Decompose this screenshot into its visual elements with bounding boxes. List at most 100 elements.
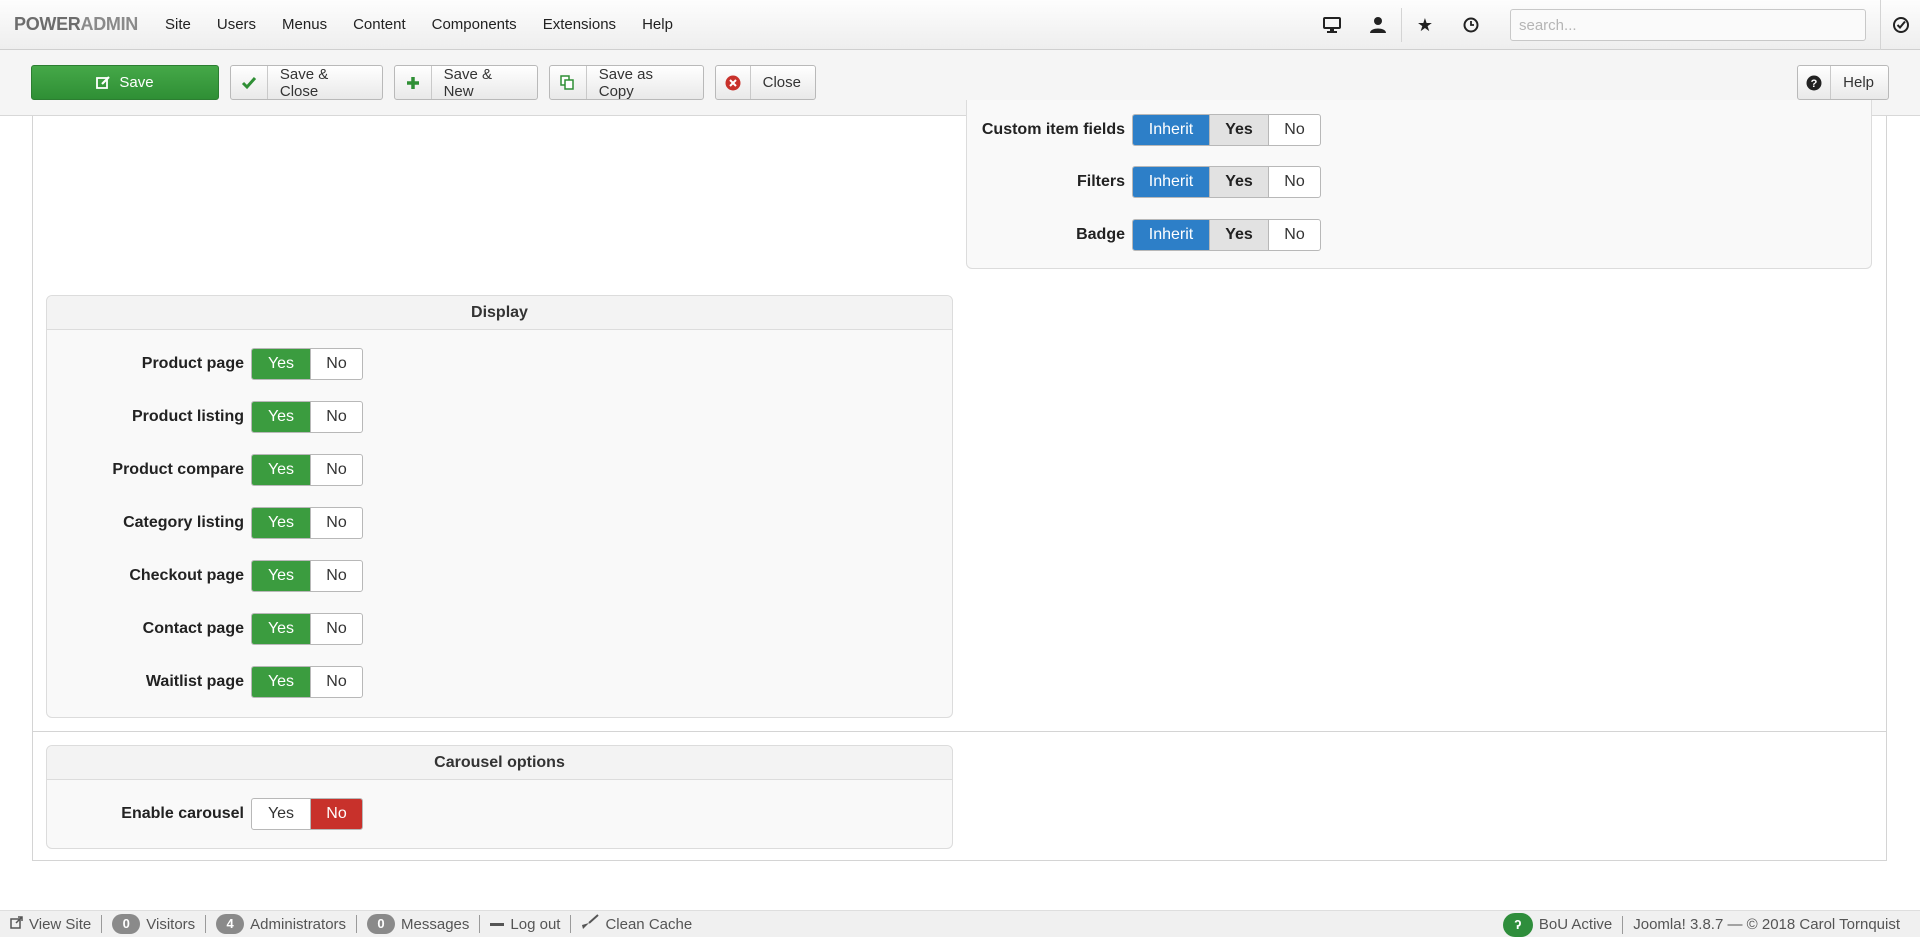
- toggle-option-no[interactable]: No: [1269, 167, 1320, 197]
- panel-title: Display: [47, 296, 952, 330]
- option-row: Custom item fields Inherit Yes No: [967, 114, 1321, 146]
- status-check-icon[interactable]: [1880, 0, 1920, 50]
- menu-components[interactable]: Components: [419, 0, 530, 50]
- option-label: Filters: [1076, 173, 1125, 190]
- option-row: Badge Inherit Yes No: [967, 219, 1321, 251]
- footer-copyright: Joomla! 3.8.7 — © 2018 Carol Tornquist: [1633, 916, 1900, 933]
- toggle-option-inherit[interactable]: Inherit: [1133, 115, 1210, 145]
- question-icon: ?: [1798, 66, 1832, 99]
- option-row: Waitlist page Yes No: [47, 666, 363, 698]
- toggle-option-no[interactable]: No: [311, 402, 362, 432]
- main-menu: Site Users Menus Content Components Exte…: [152, 0, 686, 50]
- yes-no-toggle: Yes No: [251, 507, 363, 539]
- toggle-option-yes[interactable]: Yes: [252, 799, 311, 829]
- toggle-option-yes[interactable]: Yes: [252, 402, 311, 432]
- options-panel: Custom item fields Inherit Yes No Filter…: [966, 100, 1872, 269]
- plus-icon: [395, 66, 432, 99]
- menu-content[interactable]: Content: [340, 0, 419, 50]
- yes-no-toggle: Yes No: [251, 798, 363, 830]
- help-button[interactable]: ? Help: [1797, 65, 1889, 100]
- toggle-option-no[interactable]: No: [311, 455, 362, 485]
- close-icon: [716, 66, 751, 99]
- visitors-link[interactable]: 0 Visitors: [102, 914, 205, 934]
- star-icon[interactable]: ★: [1402, 0, 1448, 50]
- logout-label: Log out: [510, 915, 561, 933]
- toggle-option-no[interactable]: No: [1269, 115, 1320, 145]
- admins-label: Administrators: [250, 915, 347, 933]
- panel-title: Carousel options: [47, 746, 952, 780]
- toggle-option-yes[interactable]: Yes: [252, 349, 311, 379]
- toggle-option-no[interactable]: No: [1269, 220, 1320, 250]
- menu-users[interactable]: Users: [204, 0, 269, 50]
- clean-cache-link[interactable]: Clean Cache: [571, 914, 702, 934]
- close-label: Close: [762, 74, 801, 91]
- toggle-option-yes[interactable]: Yes: [252, 455, 311, 485]
- save-copy-button[interactable]: Save as Copy: [549, 65, 704, 100]
- visitors-count-badge: 0: [112, 914, 141, 934]
- toggle-option-yes[interactable]: Yes: [1210, 115, 1269, 145]
- minus-icon: [490, 922, 505, 926]
- toggle-option-no[interactable]: No: [311, 349, 362, 379]
- option-label: Product compare: [112, 461, 244, 478]
- menu-site[interactable]: Site: [152, 0, 204, 50]
- view-site-label: View Site: [29, 915, 92, 933]
- option-label: Product listing: [132, 408, 244, 425]
- option-label: Contact page: [142, 620, 244, 637]
- option-label: Enable carousel: [121, 805, 244, 822]
- toggle-option-no[interactable]: No: [311, 561, 362, 591]
- user-icon[interactable]: [1355, 0, 1401, 50]
- messages-link[interactable]: 0 Messages: [357, 914, 479, 934]
- toggle-option-yes[interactable]: Yes: [1210, 220, 1269, 250]
- monitor-icon[interactable]: [1309, 0, 1355, 50]
- option-row: Filters Inherit Yes No: [967, 166, 1321, 198]
- help-label: Help: [1843, 74, 1874, 91]
- status-right: ʔ BoU Active Joomla! 3.8.7 — © 2018 Caro…: [1493, 911, 1910, 937]
- option-label: Custom item fields: [981, 121, 1125, 138]
- brand-logo[interactable]: POWERADMIN: [14, 14, 138, 35]
- administrators-link[interactable]: 4 Administrators: [206, 914, 356, 934]
- edit-icon: [96, 66, 119, 99]
- close-button[interactable]: Close: [715, 65, 816, 100]
- toggle-option-inherit[interactable]: Inherit: [1133, 167, 1210, 197]
- yes-no-toggle: Yes No: [251, 613, 363, 645]
- yes-no-toggle: Yes No: [251, 348, 363, 380]
- toggle-option-yes[interactable]: Yes: [1210, 167, 1269, 197]
- toggle-option-no[interactable]: No: [311, 614, 362, 644]
- clock-icon[interactable]: [1448, 0, 1494, 50]
- display-panel: Display Product page Yes No Product list…: [46, 295, 953, 718]
- save-close-button[interactable]: Save & Close: [230, 65, 383, 100]
- menu-help[interactable]: Help: [629, 0, 686, 50]
- toggle-option-inherit[interactable]: Inherit: [1133, 220, 1210, 250]
- visitors-label: Visitors: [146, 915, 196, 933]
- view-site-link[interactable]: View Site: [0, 916, 101, 933]
- save-label: Save: [119, 74, 154, 91]
- option-row: Product listing Yes No: [47, 401, 363, 433]
- menu-extensions[interactable]: Extensions: [530, 0, 629, 50]
- top-navbar: POWERADMIN Site Users Menus Content Comp…: [0, 0, 1920, 50]
- toggle-option-yes[interactable]: Yes: [252, 561, 311, 591]
- search-input[interactable]: [1510, 9, 1866, 41]
- svg-text:?: ?: [1811, 78, 1818, 90]
- save-button[interactable]: Save: [31, 65, 219, 100]
- option-label: Product page: [141, 355, 244, 372]
- copy-icon: [550, 66, 587, 99]
- toggle-option-yes[interactable]: Yes: [252, 508, 311, 538]
- yes-no-toggle: Yes No: [251, 454, 363, 486]
- logout-link[interactable]: Log out: [480, 916, 570, 933]
- toggle-option-yes[interactable]: Yes: [252, 667, 311, 697]
- option-label: Category listing: [123, 514, 244, 531]
- toggle-option-yes[interactable]: Yes: [252, 614, 311, 644]
- option-row: Category listing Yes No: [47, 507, 363, 539]
- menu-menus[interactable]: Menus: [269, 0, 340, 50]
- section-divider: [32, 731, 1887, 732]
- save-new-button[interactable]: Save & New: [394, 65, 538, 100]
- toggle-option-no[interactable]: No: [311, 799, 362, 829]
- option-row: Enable carousel Yes No: [47, 798, 363, 830]
- brand-logo-dark: POWER: [14, 14, 81, 34]
- admins-count-badge: 4: [216, 914, 245, 934]
- inherit-toggle: Inherit Yes No: [1132, 114, 1321, 146]
- toggle-option-no[interactable]: No: [311, 667, 362, 697]
- inherit-toggle: Inherit Yes No: [1132, 219, 1321, 251]
- bou-status[interactable]: ʔ BoU Active: [1493, 912, 1622, 937]
- toggle-option-no[interactable]: No: [311, 508, 362, 538]
